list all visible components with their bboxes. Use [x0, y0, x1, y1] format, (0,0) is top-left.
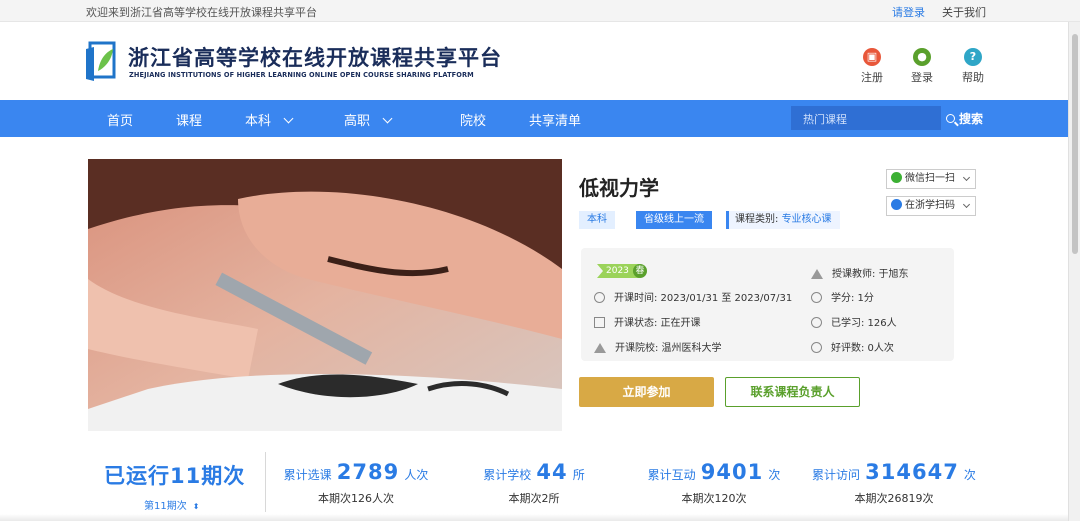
stat-label: 累计学校 [483, 468, 532, 482]
school-icon [594, 343, 606, 353]
stat-sub: 本期次120次 [681, 492, 747, 505]
tag-category: 课程类别: 专业核心课 [726, 211, 840, 229]
stat-sub: 本期次2所 [508, 492, 560, 505]
stat-visits: 累计访问 314647 次 本期次26819次 [794, 460, 994, 506]
sort-updown-icon: ⬍ [192, 502, 200, 511]
stat-unit: 次 [963, 468, 976, 482]
help-icon: ? [964, 48, 982, 66]
course-school: 开课院校: 温州医科大学 [594, 339, 722, 354]
zjx-icon [891, 199, 902, 210]
term-badge: 2023 春 [597, 264, 651, 278]
help-label: 帮助 [962, 71, 984, 84]
search-button[interactable]: 搜索 [946, 110, 983, 127]
nav-vocational-label: 高职 [344, 114, 371, 129]
help-button[interactable]: ? 帮助 [953, 48, 993, 85]
chevron-down-icon [382, 113, 393, 124]
stat-sub: 本期次26819次 [854, 492, 934, 505]
course-credit-text: 学分: 1分 [831, 293, 874, 304]
search-input[interactable]: 热门课程 [791, 106, 941, 130]
search-icon [946, 114, 955, 123]
register-button[interactable]: ▣ 注册 [852, 48, 892, 85]
main-nav: 首页 课程 本科 高职 院校 共享清单 热门课程 搜索 [0, 100, 1068, 137]
course-rating: 好评数: 0人次 [811, 339, 894, 354]
chevron-down-icon [962, 173, 971, 182]
stat-schools: 累计学校 44 所 本期次2所 [434, 460, 634, 506]
open-time: 开课时间: 2023/01/31 至 2023/07/31 [594, 289, 792, 304]
zjx-scan-button[interactable]: 在浙学扫码 [886, 196, 976, 216]
star-icon [811, 342, 822, 353]
period-selector[interactable]: 第11期次 ⬍ [144, 497, 199, 512]
wechat-share-button[interactable]: 微信扫一扫 [886, 169, 976, 189]
site-title[interactable]: 浙江省高等学校在线开放课程共享平台 [128, 42, 502, 72]
stat-label: 累计选课 [283, 468, 332, 482]
tag-grade: 省级线上一流 [636, 211, 712, 229]
open-time-text: 开课时间: 2023/01/31 至 2023/07/31 [614, 293, 793, 304]
chevron-down-icon [962, 200, 971, 209]
nav-schools[interactable]: 院校 [460, 110, 486, 129]
login-button[interactable]: ● 登录 [902, 48, 942, 85]
wechat-share-label: 微信扫一扫 [905, 173, 955, 184]
stat-number: 44 [536, 460, 568, 484]
join-course-button[interactable]: 立即参加 [579, 377, 714, 407]
stat-unit: 所 [572, 468, 585, 482]
stat-number: 9401 [700, 460, 764, 484]
welcome-text: 欢迎来到浙江省高等学校在线开放课程共享平台 [86, 6, 317, 19]
nav-shared-list[interactable]: 共享清单 [529, 110, 581, 129]
credit-icon [811, 292, 822, 303]
nav-home[interactable]: 首页 [107, 110, 133, 129]
course-learned: 已学习: 126人 [811, 314, 897, 329]
category-value: 专业核心课 [781, 214, 832, 225]
search-label: 搜索 [959, 112, 984, 126]
chevron-down-icon [283, 113, 294, 124]
course-cover-image [88, 159, 562, 431]
course-credit: 学分: 1分 [811, 289, 874, 304]
nav-undergrad-label: 本科 [245, 114, 272, 129]
tag-level: 本科 [579, 211, 615, 229]
course-teacher-text: 授课教师: 于旭东 [832, 269, 909, 280]
site-header: 浙江省高等学校在线开放课程共享平台 ZHEJIANG INSTITUTIONS … [0, 22, 1080, 100]
stat-unit: 人次 [404, 468, 429, 482]
term-season: 春 [633, 264, 647, 278]
nav-vocational[interactable]: 高职 [344, 110, 393, 129]
nav-courses[interactable]: 课程 [176, 110, 202, 129]
course-title: 低视力学 [579, 176, 659, 200]
contact-owner-button[interactable]: 联系课程负责人 [725, 377, 860, 407]
stat-interactions: 累计互动 9401 次 本期次120次 [614, 460, 814, 506]
site-logo-icon[interactable] [84, 39, 120, 83]
login-label: 登录 [911, 71, 933, 84]
site-subtitle: ZHEJIANG INSTITUTIONS OF HIGHER LEARNING… [129, 71, 474, 79]
clock-icon [594, 292, 605, 303]
stat-number: 2789 [336, 460, 400, 484]
course-school-text: 开课院校: 温州医科大学 [615, 343, 722, 354]
stat-label: 累计访问 [812, 468, 861, 482]
run-periods-label: 已运行11期次 [104, 464, 246, 488]
stat-sub: 本期次126人次 [318, 492, 394, 505]
course-status: 开课状态: 正在开课 [594, 314, 701, 329]
course-rating-text: 好评数: 0人次 [831, 343, 894, 354]
category-label: 课程类别: [735, 214, 779, 225]
nav-undergrad[interactable]: 本科 [245, 110, 294, 129]
stat-label: 累计互动 [647, 468, 696, 482]
register-label: 注册 [861, 71, 883, 84]
wechat-icon [891, 172, 902, 183]
scrollbar-thumb[interactable] [1072, 34, 1078, 254]
about-link[interactable]: 关于我们 [942, 4, 986, 20]
bottom-edge [0, 514, 1068, 521]
course-learned-text: 已学习: 126人 [831, 318, 897, 329]
stat-enrollments: 累计选课 2789 人次 本期次126人次 [256, 460, 456, 506]
course-status-text: 开课状态: 正在开课 [614, 318, 701, 329]
page-scrollbar[interactable] [1068, 22, 1080, 521]
zjx-scan-label: 在浙学扫码 [905, 200, 955, 211]
stat-number: 314647 [865, 460, 959, 484]
book-icon [594, 317, 605, 328]
register-icon: ▣ [863, 48, 881, 66]
login-link[interactable]: 请登录 [892, 4, 925, 20]
user-icon: ● [913, 48, 931, 66]
person-icon [811, 317, 822, 328]
period-selector-label: 第11期次 [144, 501, 187, 512]
course-teacher: 授课教师: 于旭东 [811, 265, 909, 280]
stat-unit: 次 [768, 468, 781, 482]
top-bar: 欢迎来到浙江省高等学校在线开放课程共享平台 请登录 关于我们 [0, 0, 1080, 22]
teacher-icon [811, 269, 823, 279]
